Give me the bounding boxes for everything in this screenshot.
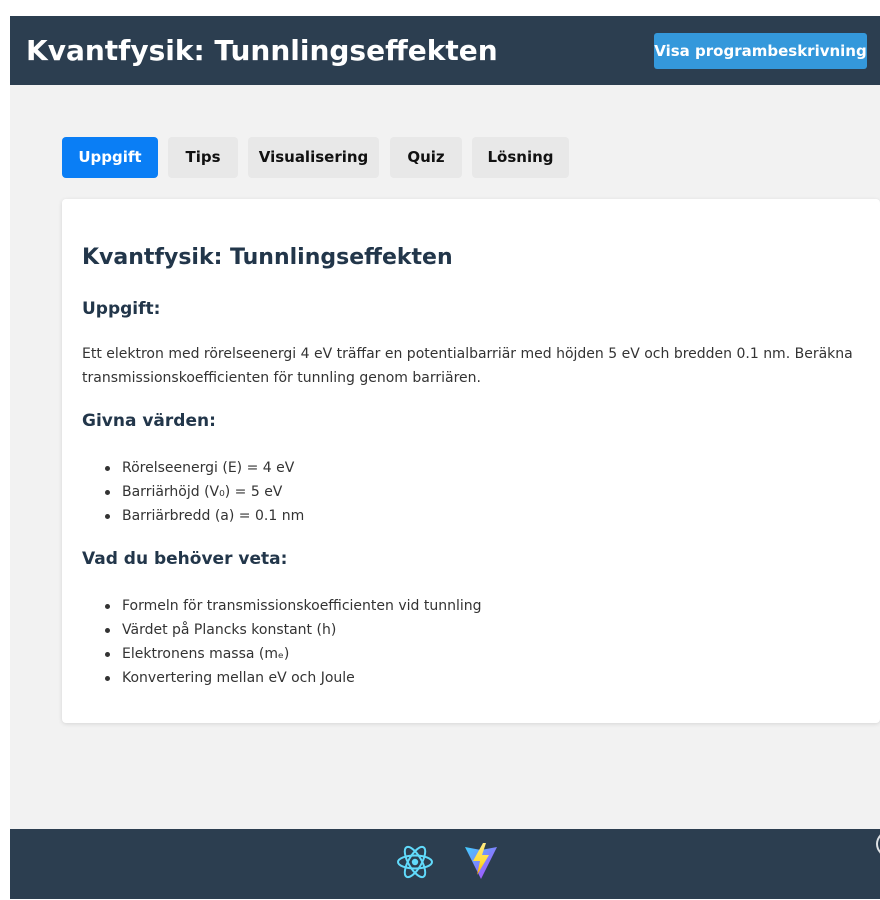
list-item: Konvertering mellan eV och Joule [82, 666, 482, 690]
bullet-icon [105, 514, 110, 519]
given-value-width: Barriärbredd (a) = 0.1 nm [122, 508, 305, 524]
given-value-height: Barriärhöjd (V₀) = 5 eV [122, 484, 283, 500]
given-value-energy: Rörelseenergi (E) = 4 eV [122, 460, 295, 476]
need-item-planck: Värdet på Plancks konstant (h) [122, 622, 337, 638]
need-item-mass: Elektronens massa (mₑ) [122, 646, 290, 662]
app-root: Kvantfysik: Tunnlingseffekten Visa progr… [10, 16, 880, 899]
need-item-formula: Formeln för transmissionskoefficienten v… [122, 598, 482, 614]
list-item: Elektronens massa (mₑ) [82, 642, 482, 666]
app-header: Kvantfysik: Tunnlingseffekten Visa progr… [10, 16, 880, 85]
list-item: Barriärhöjd (V₀) = 5 eV [82, 480, 304, 504]
list-item: Värdet på Plancks konstant (h) [82, 618, 482, 642]
app-footer [10, 829, 880, 899]
content-title: Kvantfysik: Tunnlingseffekten [82, 245, 453, 270]
list-item: Formeln för transmissionskoefficienten v… [82, 594, 482, 618]
bullet-icon [105, 628, 110, 633]
app-title: Kvantfysik: Tunnlingseffekten [26, 34, 498, 67]
tab-quiz[interactable]: Quiz [390, 137, 462, 178]
scroll-edge-icon [876, 831, 880, 857]
tab-visualisering[interactable]: Visualisering [248, 137, 379, 178]
tab-losning[interactable]: Lösning [472, 137, 569, 178]
task-text: Ett elektron med rörelseenergi 4 eV träf… [82, 346, 853, 386]
list-item: Barriärbredd (a) = 0.1 nm [82, 504, 304, 528]
need-item-conversion: Konvertering mellan eV och Joule [122, 670, 355, 686]
content-card: Kvantfysik: Tunnlingseffekten Uppgift: E… [62, 199, 880, 723]
bullet-icon [105, 604, 110, 609]
given-values-heading: Givna värden: [82, 411, 216, 431]
given-values-list: Rörelseenergi (E) = 4 eV Barriärhöjd (V₀… [82, 456, 304, 528]
list-item: Rörelseenergi (E) = 4 eV [82, 456, 304, 480]
need-to-know-list: Formeln för transmissionskoefficienten v… [82, 594, 482, 690]
show-description-button[interactable]: Visa programbeskrivning [654, 33, 867, 69]
need-to-know-heading: Vad du behöver veta: [82, 549, 288, 569]
bullet-icon [105, 466, 110, 471]
tab-uppgift[interactable]: Uppgift [62, 137, 158, 178]
task-heading: Uppgift: [82, 299, 161, 319]
bullet-icon [105, 652, 110, 657]
tab-tips[interactable]: Tips [168, 137, 238, 178]
bullet-icon [105, 490, 110, 495]
vite-icon[interactable] [464, 842, 498, 880]
react-icon[interactable] [395, 842, 435, 882]
bullet-icon [105, 676, 110, 681]
